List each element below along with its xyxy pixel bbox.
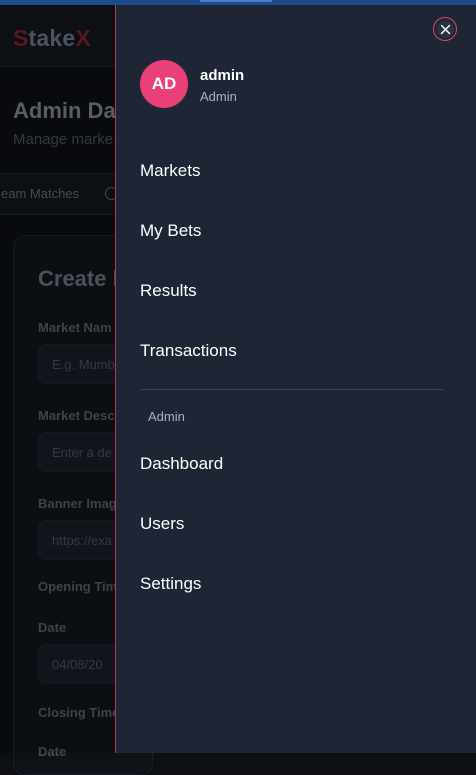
nav-item-transactions[interactable]: Transactions <box>140 333 440 369</box>
nav-item-results[interactable]: Results <box>140 273 440 309</box>
top-accent-highlight <box>200 0 272 2</box>
nav-item-my-bets[interactable]: My Bets <box>140 213 440 249</box>
nav-item-dashboard[interactable]: Dashboard <box>140 446 440 482</box>
drawer-backdrop[interactable] <box>0 5 116 753</box>
nav-item-markets[interactable]: Markets <box>140 153 440 189</box>
close-icon <box>436 20 454 38</box>
nav-divider <box>140 389 444 390</box>
nav-item-settings[interactable]: Settings <box>140 566 440 602</box>
user-name: admin <box>200 67 245 84</box>
close-drawer-button[interactable] <box>433 17 457 41</box>
navigation-drawer: AD admin Admin Markets My Bets Results T… <box>115 5 476 753</box>
nav-item-users[interactable]: Users <box>140 506 440 542</box>
admin-section-label: Admin <box>148 409 185 424</box>
avatar: AD <box>140 60 188 108</box>
user-role: Admin <box>200 89 237 104</box>
user-profile: AD admin Admin <box>140 60 440 110</box>
